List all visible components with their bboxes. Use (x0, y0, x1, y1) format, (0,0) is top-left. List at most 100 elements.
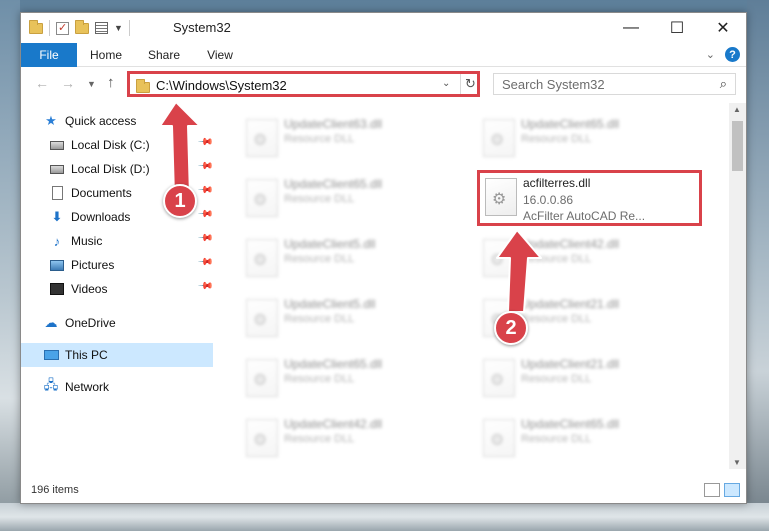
file-item[interactable]: UpdateClient65.dll Resource DLL (238, 351, 463, 407)
sidebar-item-label: Quick access (65, 114, 137, 128)
file-item[interactable]: UpdateClient5.dll Resource DLL (238, 291, 463, 347)
sidebar-item-label: Pictures (71, 258, 115, 272)
folder-icon (29, 19, 43, 34)
sidebar-item-label: Downloads (71, 210, 131, 224)
file-description: AcFilter AutoCAD Re... (523, 209, 646, 223)
document-icon (49, 186, 65, 200)
help-icon[interactable]: ? (725, 47, 740, 62)
scrollbar-thumb[interactable] (732, 121, 743, 171)
refresh-icon[interactable]: ↻ (460, 74, 480, 94)
file-name: UpdateClient65.dll (521, 117, 620, 131)
music-icon: ♪ (53, 233, 61, 249)
file-item[interactable]: UpdateClient21.dll Resource DLL (475, 351, 700, 407)
address-bar[interactable]: C:\Windows\System32 ⌄ ↻ (127, 71, 480, 97)
file-description: Resource DLL (521, 433, 592, 445)
recent-locations-chevron-icon[interactable]: ▼ (87, 79, 96, 89)
toolbar-divider (49, 20, 50, 36)
dll-file-icon (483, 359, 515, 397)
file-description: Resource DLL (284, 313, 355, 325)
video-icon (49, 282, 65, 296)
quick-access-toolbar: ▼ (29, 19, 130, 36)
pin-icon: 📌 (196, 182, 214, 199)
details-view-icon[interactable] (704, 483, 720, 497)
sidebar-item-pictures[interactable]: Pictures 📌 (21, 253, 214, 277)
sidebar-item-network[interactable]: 🖧 Network (21, 375, 213, 399)
folder-icon (136, 79, 150, 93)
tab-file[interactable]: File (21, 43, 77, 67)
search-input[interactable]: Search System32 ⌕ (493, 73, 736, 95)
sidebar-item-label: Local Disk (D:) (71, 162, 150, 176)
close-button[interactable]: ✕ (700, 13, 746, 43)
scroll-down-icon[interactable]: ▼ (733, 458, 741, 467)
file-name: UpdateClient63.dll (284, 117, 383, 131)
sidebar-item-onedrive[interactable]: ☁ OneDrive (21, 311, 213, 335)
vertical-scrollbar[interactable]: ▲ ▼ (729, 103, 746, 469)
file-name: UpdateClient65.dll (284, 357, 383, 371)
tab-share[interactable]: Share (141, 43, 187, 67)
sidebar-item-label: Local Disk (C:) (71, 138, 150, 152)
up-arrow-icon[interactable]: ↑ (107, 74, 115, 91)
customize-toolbar-chevron-icon[interactable]: ▼ (114, 23, 123, 33)
navigation-pane: ★ Quick access Local Disk (C:) 📌 Local D… (21, 103, 214, 469)
ribbon-controls: ⌄ ? (706, 47, 740, 62)
pin-icon: 📌 (196, 134, 214, 151)
file-description: Resource DLL (284, 253, 355, 265)
pin-icon: 📌 (196, 206, 214, 223)
address-dropdown-chevron-icon[interactable]: ⌄ (442, 78, 450, 89)
file-item[interactable]: UpdateClient65.dll Resource DLL (475, 411, 700, 467)
sidebar-item-this-pc[interactable]: This PC (21, 343, 213, 367)
address-path[interactable]: C:\Windows\System32 (156, 78, 287, 93)
sidebar-item-label: This PC (65, 348, 108, 362)
sidebar-item-label: OneDrive (65, 316, 116, 330)
back-arrow-icon[interactable]: ← (35, 75, 49, 91)
minimize-button[interactable]: — (608, 13, 654, 43)
file-item[interactable]: UpdateClient42.dll Resource DLL (238, 411, 463, 467)
desktop-background-right (747, 0, 769, 531)
dll-file-icon (246, 419, 278, 457)
dll-file-icon (483, 119, 515, 157)
network-icon: 🖧 (43, 377, 59, 392)
item-count: 196 items (31, 484, 79, 496)
search-icon[interactable]: ⌕ (720, 76, 727, 92)
expand-ribbon-chevron-icon[interactable]: ⌄ (706, 48, 715, 61)
sidebar-item-videos[interactable]: Videos 📌 (21, 277, 214, 301)
sidebar-item-local-disk-c[interactable]: Local Disk (C:) 📌 (21, 133, 214, 157)
file-item[interactable]: UpdateClient42.dll Resource DLL (475, 231, 700, 287)
file-description: Resource DLL (284, 433, 355, 445)
maximize-button[interactable]: ☐ (654, 13, 700, 43)
properties-check-icon[interactable] (56, 21, 69, 35)
dll-file-icon (246, 299, 278, 337)
properties-icon[interactable] (95, 22, 108, 34)
desktop-background-left (0, 0, 20, 531)
file-description: Resource DLL (521, 133, 592, 145)
dll-file-icon (483, 239, 515, 277)
new-folder-icon[interactable] (75, 19, 89, 34)
file-name: UpdateClient21.dll (521, 297, 620, 311)
sidebar-item-local-disk-d[interactable]: Local Disk (D:) 📌 (21, 157, 214, 181)
file-name: UpdateClient65.dll (284, 177, 383, 191)
file-item-acfilterres[interactable]: acfilterres.dll 16.0.0.86 AcFilter AutoC… (477, 170, 702, 226)
file-name: UpdateClient5.dll (284, 297, 376, 311)
pin-icon: 📌 (196, 278, 214, 295)
ribbon-tabs: File Home Share View ⌄ ? (21, 43, 746, 67)
forward-arrow-icon[interactable]: → (61, 75, 75, 91)
file-item[interactable]: UpdateClient63.dll Resource DLL (238, 111, 463, 167)
tab-view[interactable]: View (197, 43, 243, 67)
file-item[interactable]: UpdateClient5.dll Resource DLL (238, 231, 463, 287)
file-list: UpdateClient63.dll Resource DLL UpdateCl… (213, 103, 729, 469)
sidebar-item-label: Videos (71, 282, 108, 296)
large-icons-view-icon[interactable] (724, 483, 740, 497)
dll-file-icon (246, 119, 278, 157)
file-item[interactable]: UpdateClient65.dll Resource DLL (238, 171, 463, 227)
tab-home[interactable]: Home (83, 43, 129, 67)
sidebar-item-quick-access[interactable]: ★ Quick access (21, 109, 213, 133)
dll-file-icon (246, 239, 278, 277)
sidebar-item-music[interactable]: ♪ Music 📌 (21, 229, 214, 253)
file-item[interactable]: UpdateClient65.dll Resource DLL (475, 111, 700, 167)
star-icon: ★ (45, 113, 57, 128)
file-name: UpdateClient42.dll (284, 417, 383, 431)
desktop-background-bottom (0, 503, 769, 531)
pin-icon: 📌 (196, 158, 214, 175)
annotation-badge-1: 1 (163, 184, 197, 218)
scroll-up-icon[interactable]: ▲ (733, 105, 741, 114)
